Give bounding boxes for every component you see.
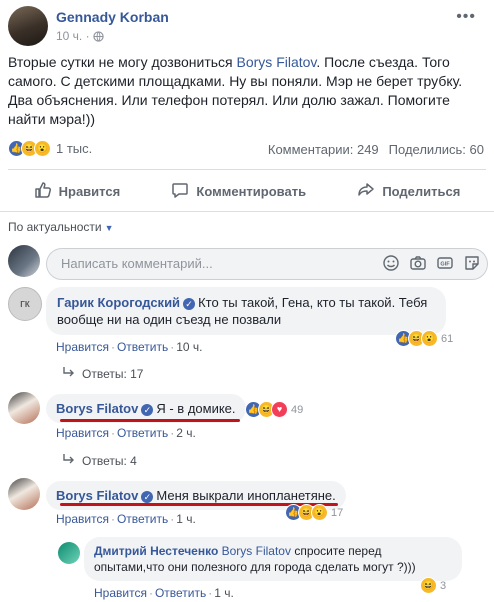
wow-reaction-icon: 😮 (421, 330, 438, 347)
comment-reply-link[interactable]: Ответить (117, 512, 168, 526)
comment-time[interactable]: 10 ч. (176, 340, 202, 354)
reactions-count: 1 тыс. (56, 141, 93, 156)
svg-text:GIF: GIF (440, 262, 450, 268)
globe-icon (93, 31, 104, 45)
reaction-summary[interactable]: 👍 😆 😮 1 тыс. (8, 140, 92, 157)
verified-badge-icon: ✓ (141, 403, 154, 416)
comments-count[interactable]: Комментарии: 249 (268, 142, 379, 157)
comment-author[interactable]: Borys Filatov (56, 401, 138, 416)
view-replies[interactable]: Ответы: 4 (62, 453, 137, 468)
comment-input[interactable] (59, 255, 353, 272)
comment-reply-link[interactable]: Ответить (117, 426, 168, 440)
post-time[interactable]: 10 ч. (56, 29, 82, 43)
reply-arrow-icon (62, 453, 76, 468)
commenter-avatar[interactable] (8, 392, 40, 424)
verified-badge-icon: ✓ (141, 490, 154, 503)
author-avatar[interactable] (8, 6, 48, 46)
avatar-logo-icon: ГК (20, 299, 30, 309)
comment-links: Нравится · Ответить · 1 ч. (56, 512, 196, 526)
verified-badge-icon: ✓ (183, 297, 196, 310)
comment-author[interactable]: Гарик Корогодский (57, 295, 180, 310)
post-text: Вторые сутки не могу дозвониться Borys F… (8, 54, 463, 127)
comment-bubble: Гарик Корогодский ✓ Кто ты такой, Гена, кт… (46, 287, 446, 335)
dot-separator: · (85, 29, 93, 43)
comment-like-link[interactable]: Нравится (56, 512, 109, 526)
reply-reactions[interactable]: 😆 3 (420, 577, 446, 594)
sort-dropdown[interactable]: По актуальности ▼ (8, 220, 114, 234)
highlight-underline (60, 419, 240, 422)
post-mention-link[interactable]: Borys Filatov (237, 54, 317, 70)
comment-reactions[interactable]: 👍 😆 ♥ 49 (245, 401, 303, 418)
comment-like-link[interactable]: Нравится (56, 426, 109, 440)
composer-icons: GIF (382, 254, 481, 275)
comment-like-link[interactable]: Нравится (56, 340, 109, 354)
post-meta: 10 ч. · (56, 29, 104, 45)
comment-text: Я - в домике. (156, 401, 236, 416)
reply-like-link[interactable]: Нравится (94, 586, 147, 600)
share-button[interactable]: Поделиться (357, 181, 460, 202)
gif-icon[interactable]: GIF (436, 254, 454, 275)
engagement-counts: Комментарии: 249 Поделились: 60 (258, 142, 484, 157)
comment-text: Меня выкрали инопланетяне. (156, 488, 336, 503)
comment-composer[interactable]: GIF (46, 248, 488, 280)
comment-time[interactable]: 1 ч. (176, 512, 196, 526)
action-bar: Нравится Комментировать Поделиться (8, 174, 486, 208)
divider (0, 211, 494, 212)
like-button[interactable]: Нравится (34, 181, 120, 202)
love-reaction-icon: ♥ (271, 401, 288, 418)
comment-reactions[interactable]: 👍 😆 😮 61 (395, 330, 453, 347)
comment-reply-link[interactable]: Ответить (117, 340, 168, 354)
reply-arrow-icon (62, 366, 76, 381)
comment-reactions[interactable]: 👍 😆 😮 17 (285, 504, 343, 521)
caret-down-icon: ▼ (104, 223, 114, 233)
share-arrow-icon (357, 181, 375, 202)
more-options-icon[interactable]: ••• (456, 8, 476, 26)
reply-mention-link[interactable]: Borys Filatov (222, 544, 291, 558)
divider (8, 169, 486, 170)
comment-links: Нравится · Ответить · 10 ч. (56, 340, 203, 354)
reply-links: Нравится · Ответить · 1 ч. (94, 586, 234, 600)
haha-reaction-icon: 😆 (420, 577, 437, 594)
comment-button[interactable]: Комментировать (171, 181, 306, 202)
replier-avatar[interactable] (58, 542, 80, 564)
post-author[interactable]: Gennady Korban (56, 9, 169, 25)
comment-time[interactable]: 2 ч. (176, 426, 196, 440)
commenter-avatar[interactable]: ГК (8, 287, 42, 321)
sticker-icon[interactable] (463, 254, 481, 275)
current-user-avatar (8, 245, 40, 277)
wow-reaction-icon: 😮 (34, 140, 51, 157)
comment-links: Нравится · Ответить · 2 ч. (56, 426, 196, 440)
reply-time[interactable]: 1 ч. (214, 586, 234, 600)
commenter-avatar[interactable] (8, 478, 40, 510)
comment-bubble-icon (171, 181, 189, 202)
camera-icon[interactable] (409, 254, 427, 275)
reply-reply-link[interactable]: Ответить (155, 586, 206, 600)
shares-count[interactable]: Поделились: 60 (389, 142, 484, 157)
reply-author[interactable]: Дмитрий Нестеченко (94, 544, 218, 558)
emoji-icon[interactable] (382, 254, 400, 275)
comment-author[interactable]: Borys Filatov (56, 488, 138, 503)
view-replies[interactable]: Ответы: 17 (62, 366, 143, 381)
wow-reaction-icon: 😮 (311, 504, 328, 521)
reply-bubble: Дмитрий Нестеченко Borys Filatov спросит… (84, 537, 462, 581)
thumbs-up-icon (34, 181, 52, 202)
